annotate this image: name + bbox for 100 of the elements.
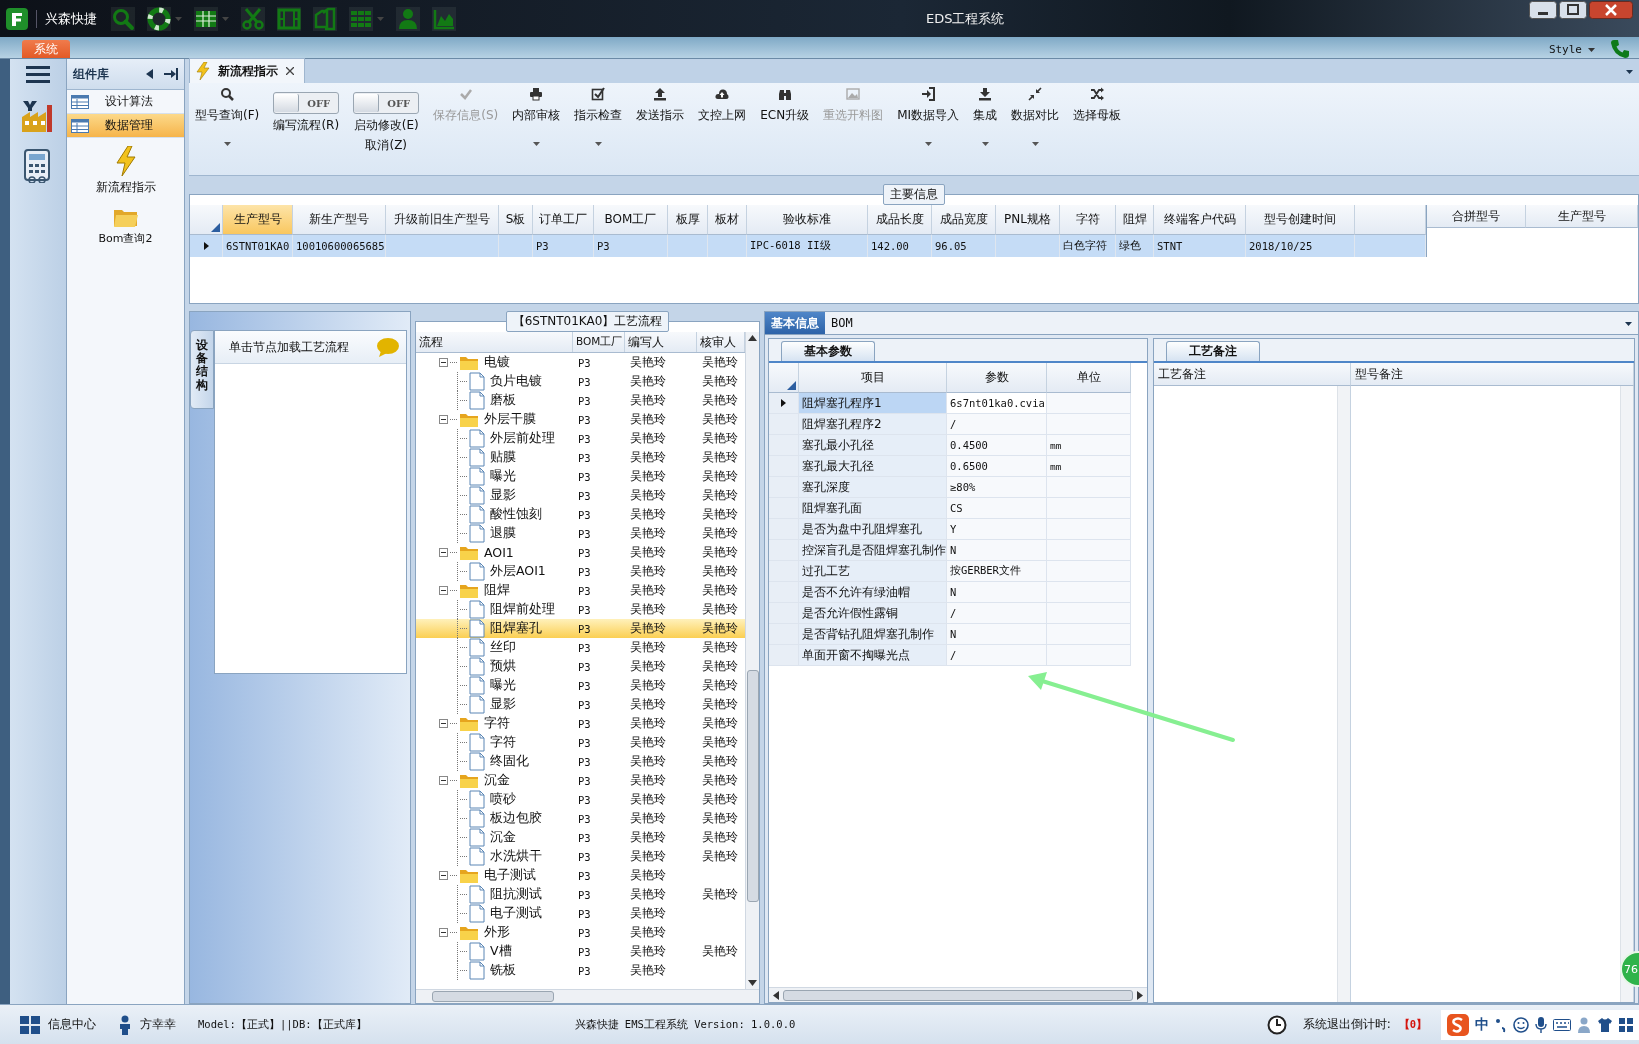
tree-row[interactable]: 曝光 P3 吴艳玲 吴艳玲 (416, 676, 745, 695)
column-header[interactable]: 验收标准 (747, 205, 868, 235)
column-header[interactable]: BOM工厂 (573, 332, 625, 352)
table-row[interactable]: 塞孔深度 ≥80% (769, 477, 1147, 498)
column-header[interactable]: 板厚 (668, 205, 708, 235)
left-arrow-icon[interactable] (146, 69, 154, 79)
tab[interactable]: 工艺备注 (1166, 341, 1260, 361)
tree-node-label[interactable]: 铣板 (490, 962, 516, 979)
tree-node-label[interactable]: 喷砂 (490, 791, 516, 808)
tree-node-label[interactable]: 阻焊 (484, 582, 510, 599)
toolbar-button[interactable]: 数据对比 (1009, 87, 1062, 175)
toolbar-button[interactable]: 型号查询(F) (193, 87, 262, 175)
tree-node-label[interactable]: 丝印 (490, 639, 516, 656)
caret-icon[interactable] (1588, 47, 1595, 52)
tree-node-label[interactable]: 显影 (490, 487, 516, 504)
tree-node-label[interactable]: 退膜 (490, 525, 516, 542)
calculator-icon[interactable] (23, 149, 53, 183)
maximize-button[interactable] (1559, 1, 1587, 19)
toggle-switch[interactable]: OFF (273, 92, 340, 114)
tree-node-label[interactable]: 阻抗测试 (490, 886, 542, 903)
caret-icon[interactable] (223, 142, 231, 146)
tree-row[interactable]: 酸性蚀刻 P3 吴艳玲 吴艳玲 (416, 505, 745, 524)
tree-node-label[interactable]: 磨板 (490, 392, 516, 409)
tree-node-label[interactable]: 负片电镀 (490, 373, 542, 390)
tab[interactable]: 基本参数 (781, 341, 875, 361)
column-header[interactable]: 流程 (416, 332, 573, 352)
tree-row[interactable]: 铣板 P3 吴艳玲 (416, 961, 745, 980)
style-dropdown[interactable]: Style (1542, 43, 1601, 58)
tree-node-label[interactable]: 外层干膜 (484, 411, 536, 428)
tree-row[interactable]: 喷砂 P3 吴艳玲 吴艳玲 (416, 790, 745, 809)
horizontal-scrollbar[interactable] (769, 987, 1147, 1002)
tree-row[interactable]: 预烘 P3 吴艳玲 吴艳玲 (416, 657, 745, 676)
column-header[interactable]: 生产型号 (1526, 205, 1638, 228)
tree-row[interactable]: 水洗烘干 P3 吴艳玲 吴艳玲 (416, 847, 745, 866)
vertical-scrollbar[interactable] (745, 332, 759, 989)
tree-row[interactable]: 阻焊前处理 P3 吴艳玲 吴艳玲 (416, 600, 745, 619)
scroll-right-icon[interactable] (1137, 990, 1143, 1000)
tree-node-label[interactable]: 外层前处理 (490, 430, 555, 447)
close-button[interactable] (1589, 1, 1633, 19)
tree-row[interactable]: 退膜 P3 吴艳玲 吴艳玲 (416, 524, 745, 543)
scissors-icon[interactable] (241, 6, 265, 31)
header-corner[interactable] (769, 363, 799, 393)
tree-node-label[interactable]: 电镀 (484, 354, 510, 371)
punctuation-icon[interactable] (1495, 1016, 1507, 1033)
tree-row[interactable]: 负片电镀 P3 吴艳玲 吴艳玲 (416, 372, 745, 391)
table-row[interactable]: 塞孔最大孔径 0.6500 mm (769, 456, 1147, 477)
tree-node-label[interactable]: 显影 (490, 696, 516, 713)
scroll-left-icon[interactable] (773, 990, 779, 1000)
search-icon[interactable] (111, 6, 135, 31)
table-icon[interactable] (194, 6, 218, 31)
document-tab[interactable]: 新流程指示 (189, 58, 305, 83)
column-header[interactable]: 型号备注 (1351, 363, 1634, 386)
toolbar-button[interactable]: 集成 (971, 87, 1000, 175)
pin-icon[interactable] (164, 68, 178, 80)
toggle-switch[interactable]: OFF (353, 92, 420, 114)
column-header[interactable]: 升级前旧生产型号 (386, 205, 499, 235)
column-header[interactable]: PNL规格 (996, 205, 1060, 235)
shirt-icon[interactable] (1597, 1016, 1613, 1033)
horizontal-scrollbar[interactable] (416, 989, 759, 1003)
minimize-button[interactable] (1529, 1, 1557, 19)
tree-node-label[interactable]: 水洗烘干 (490, 848, 542, 865)
table-row[interactable]: 塞孔最小孔径 0.4500 mm (769, 435, 1147, 456)
collapse-icon[interactable] (439, 871, 448, 880)
tree-node-label[interactable]: 曝光 (490, 468, 516, 485)
table-row[interactable]: 是否允许假性露铜 / (769, 603, 1147, 624)
tree-node-label[interactable]: 外形 (484, 924, 510, 941)
microphone-icon[interactable] (1535, 1016, 1547, 1033)
tree-row[interactable]: 外层干膜 P3 吴艳玲 吴艳玲 (416, 410, 745, 429)
factory-icon[interactable] (21, 99, 55, 133)
tree-node-label[interactable]: 沉金 (490, 829, 516, 846)
vertical-tab[interactable]: 设备结构 (190, 330, 214, 409)
scroll-thumb[interactable] (746, 669, 759, 902)
table-row[interactable]: 控深盲孔是否阻焊塞孔制作 N (769, 540, 1147, 561)
tree-row[interactable]: AOI1 P3 吴艳玲 吴艳玲 (416, 543, 745, 562)
caret-icon[interactable] (1031, 142, 1039, 146)
caret-icon[interactable] (981, 142, 989, 146)
caret-icon[interactable] (1626, 70, 1633, 74)
tree-row[interactable]: 电镀 P3 吴艳玲 吴艳玲 (416, 353, 745, 372)
tree-node-label[interactable]: 电子测试 (490, 905, 542, 922)
tree-row[interactable]: 贴膜 P3 吴艳玲 吴艳玲 (416, 448, 745, 467)
toolbar-button[interactable]: ECN升级 (758, 87, 812, 175)
table-row[interactable]: 是否背钻孔阻焊塞孔制作 N (769, 624, 1147, 645)
tree-node-label[interactable]: AOI1 (484, 545, 514, 560)
column-header[interactable]: 新生产型号 (293, 205, 386, 235)
tree-node-label[interactable]: 字符 (484, 715, 510, 732)
collapse-icon[interactable] (439, 586, 448, 595)
tree-node-label[interactable]: 沉金 (484, 772, 510, 789)
grid-icon[interactable] (349, 6, 373, 31)
close-icon[interactable] (286, 67, 294, 75)
header-corner[interactable] (190, 205, 223, 235)
column-header[interactable]: 成品宽度 (932, 205, 996, 235)
person-icon[interactable] (396, 6, 420, 31)
toolbar-button[interactable]: 内部审核 (510, 87, 563, 175)
column-header[interactable]: S板 (499, 205, 533, 235)
ime-logo-icon[interactable] (1447, 1013, 1469, 1036)
column-header[interactable]: 生产型号 (223, 205, 293, 235)
smiley-icon[interactable] (1513, 1016, 1529, 1033)
scroll-thumb[interactable] (783, 989, 1133, 1001)
tree-node-label[interactable]: 字符 (490, 734, 516, 751)
collapse-icon[interactable] (439, 776, 448, 785)
